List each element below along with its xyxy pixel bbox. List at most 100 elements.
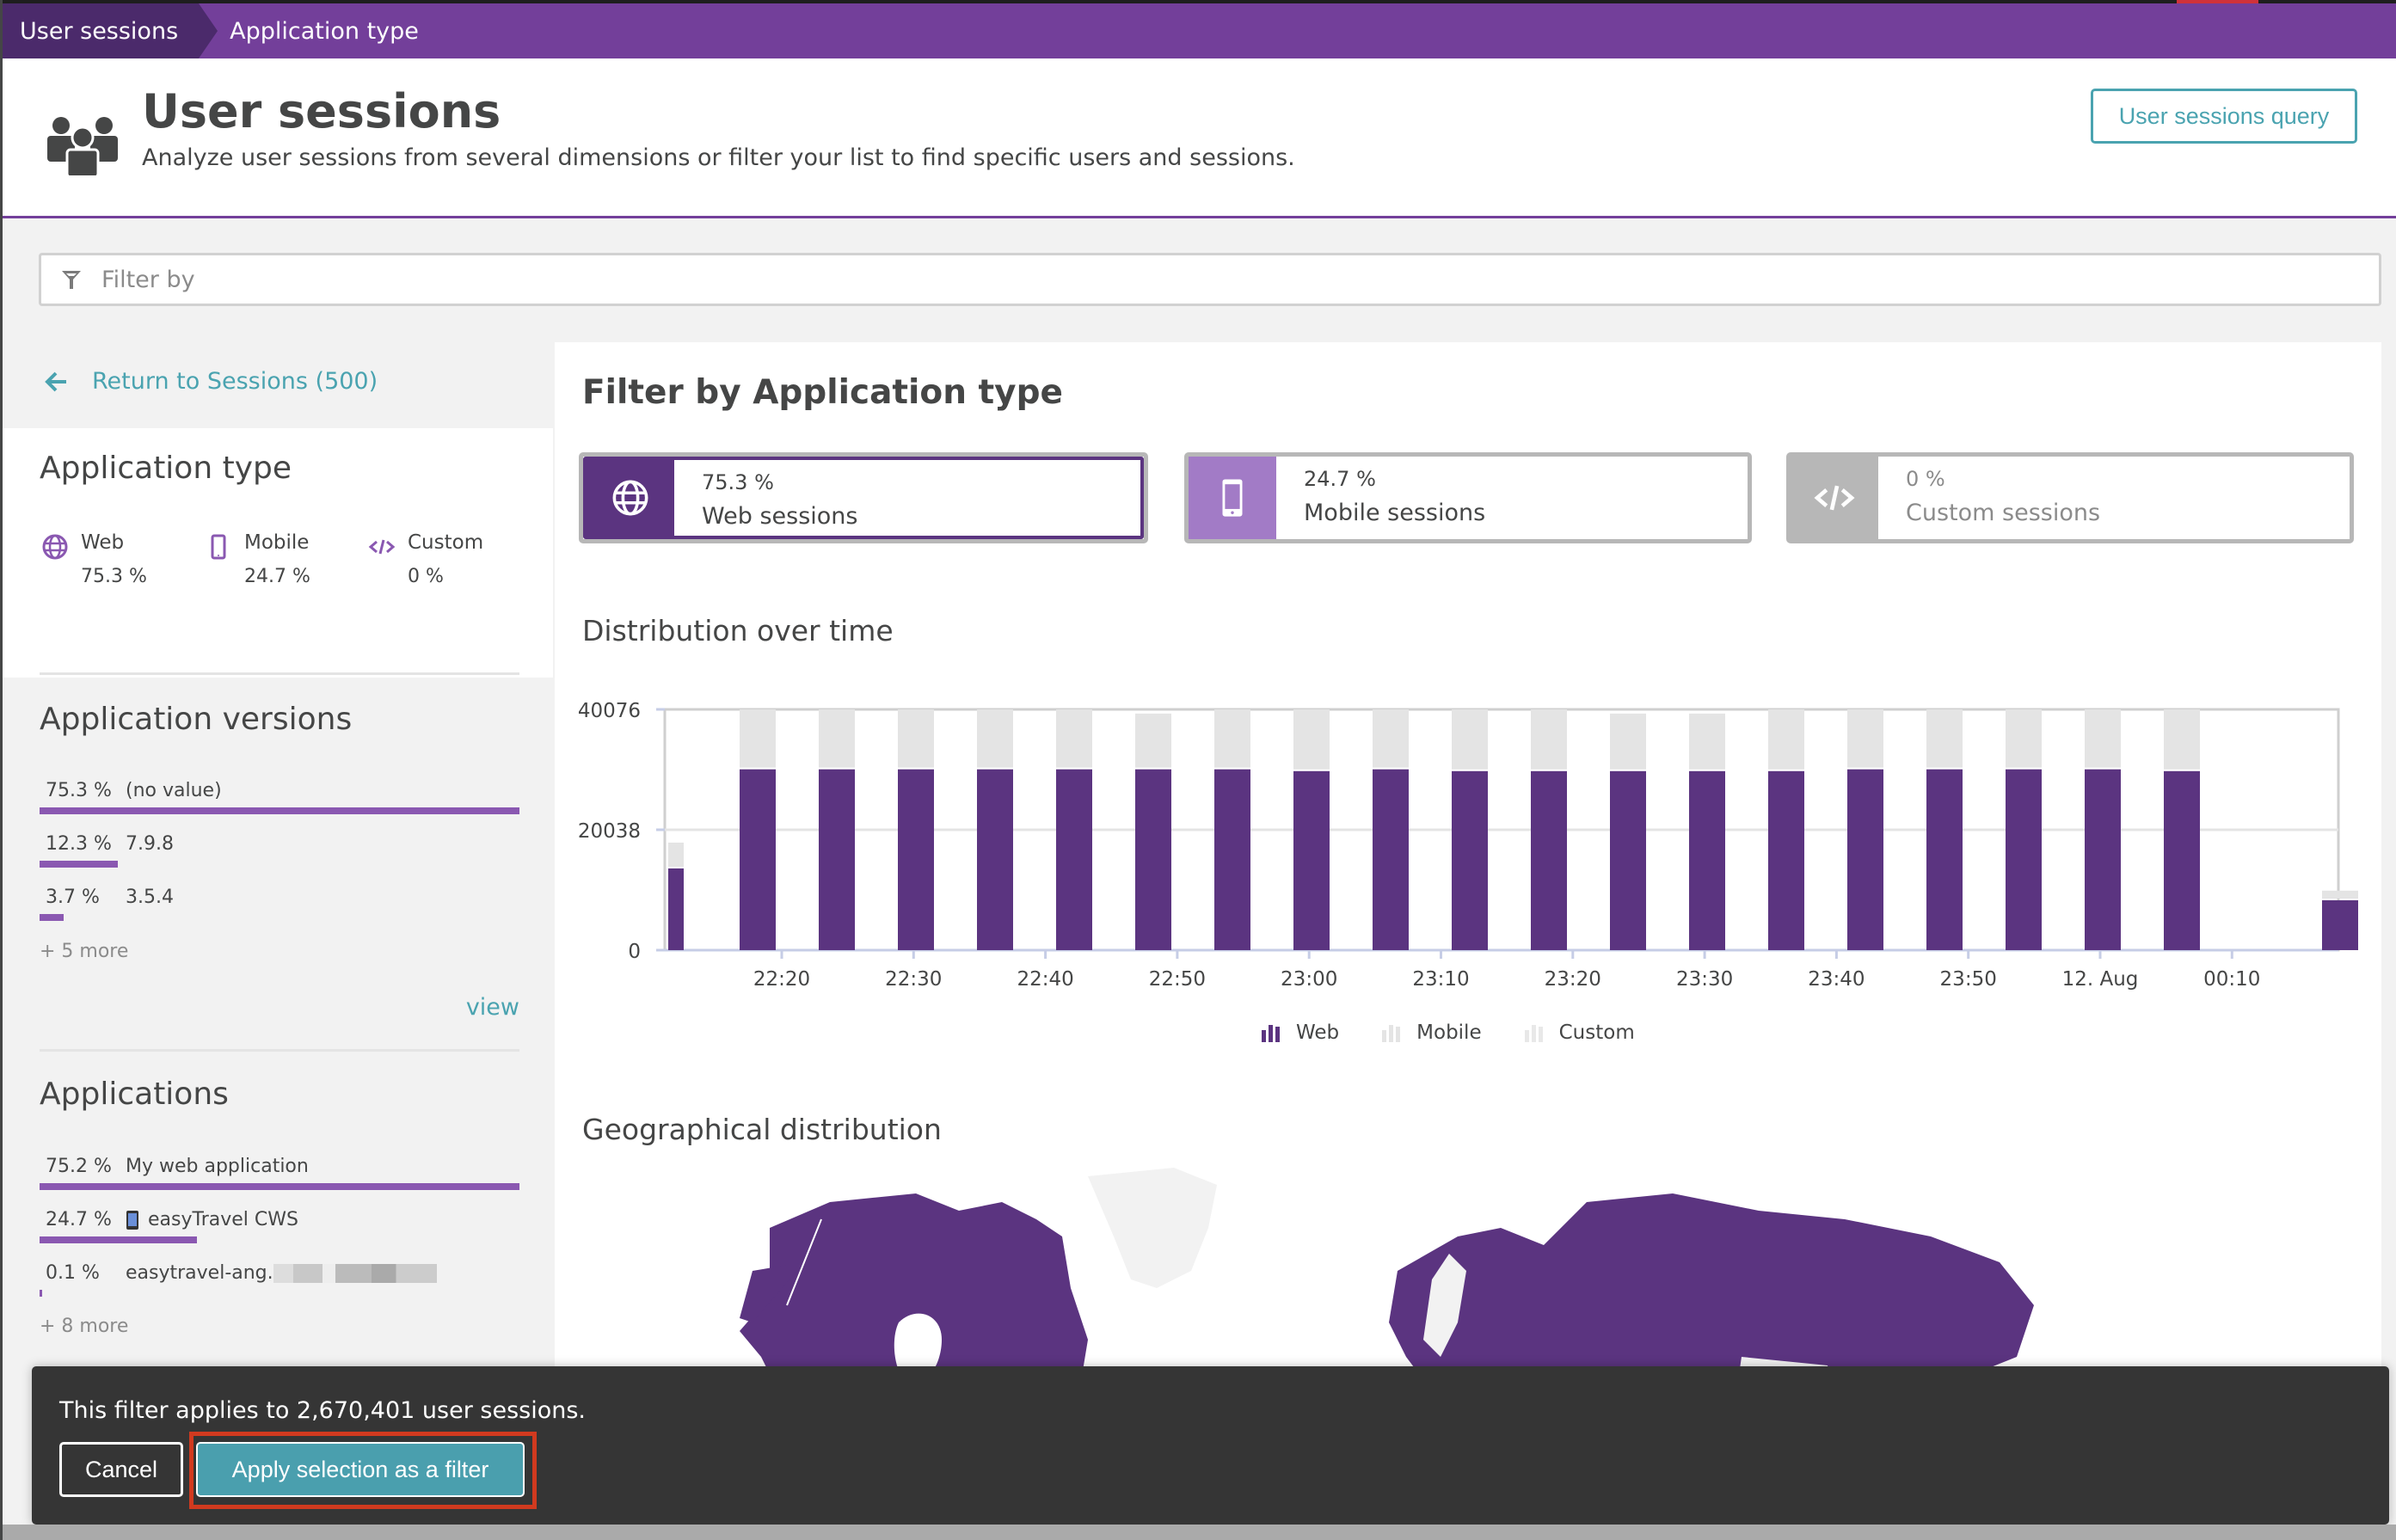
bar-mobile [1610, 713, 1646, 770]
app-type-name: Mobile [244, 531, 310, 554]
type-card-web[interactable]: 75.3 % Web sessions [579, 452, 1148, 543]
application-label: easytravel-ang. [126, 1262, 273, 1284]
bar-mobile [1768, 709, 1804, 770]
bar-web [2006, 769, 2042, 950]
app-type-mobile[interactable]: Mobile 24.7 % [205, 531, 368, 587]
cancel-button[interactable]: Cancel [59, 1442, 183, 1497]
bar-mobile [2006, 709, 2042, 768]
bar-mobile [1373, 709, 1409, 768]
version-row[interactable]: 75.3 % (no value) [40, 776, 519, 830]
return-to-sessions-link[interactable]: Return to Sessions (500) [44, 368, 378, 395]
bar-web [2164, 770, 2200, 950]
app-type-name: Custom [408, 531, 484, 554]
bar-web [1214, 769, 1250, 950]
filter-toast: This filter applies to 2,670,401 user se… [32, 1366, 2389, 1525]
version-label: 3.5.4 [126, 887, 174, 908]
bar-chart-icon [1262, 1025, 1280, 1042]
x-tick-label: 22:30 [885, 968, 942, 991]
bar-web [898, 769, 934, 950]
version-bar [40, 861, 118, 868]
app-type-name: Web [81, 531, 125, 554]
sidebar: Return to Sessions (500) Application typ… [3, 342, 553, 1540]
page-subtitle: Analyze user sessions from several dimen… [142, 144, 1295, 171]
legend-label: Mobile [1416, 1022, 1482, 1044]
version-row[interactable]: 3.7 % 3.5.4 [40, 883, 519, 936]
toast-message: This filter applies to 2,670,401 user se… [59, 1397, 586, 1424]
page-title: User sessions [142, 84, 501, 138]
map-greenland [1088, 1168, 1217, 1288]
bottom-strip [3, 1525, 2396, 1540]
divider [40, 1049, 519, 1052]
bar-mobile [2164, 709, 2200, 770]
bar-mobile [1056, 709, 1092, 768]
legend-item-web[interactable]: Web [1260, 1022, 1339, 1044]
application-bar [40, 1290, 42, 1297]
type-card-label: Custom sessions [1906, 500, 2101, 526]
x-tick-label: 23:30 [1676, 968, 1733, 991]
bar-mobile [1689, 713, 1725, 770]
bar-chart-icon [1524, 1025, 1543, 1042]
version-label: (no value) [126, 780, 222, 801]
x-tick-label: 22:50 [1149, 968, 1206, 991]
breadcrumb-item-application-type[interactable]: Application type [199, 3, 419, 58]
user-sessions-query-button[interactable]: User sessions query [2091, 89, 2357, 144]
x-tick-label: 23:40 [1808, 968, 1865, 991]
users-icon [47, 117, 118, 175]
breadcrumb-item-user-sessions[interactable]: User sessions [3, 3, 218, 58]
legend-item-mobile[interactable]: Mobile [1380, 1022, 1482, 1044]
distribution-chart: 0 20038 40076 22:20 22:30 22:40 22:50 23:00 23:1… [578, 700, 2358, 991]
bar-web [1689, 770, 1725, 950]
distribution-title: Distribution over time [582, 614, 894, 647]
y-tick-label: 20038 [578, 820, 641, 843]
versions-more-link[interactable]: + 5 more [40, 941, 128, 962]
version-row[interactable]: 12.3 % 7.9.8 [40, 830, 519, 883]
bar-mobile [740, 709, 776, 768]
legend-item-custom[interactable]: Custom [1523, 1022, 1635, 1044]
y-tick-label: 0 [628, 941, 641, 963]
bar-web [1452, 770, 1488, 950]
bar-web [740, 769, 776, 950]
application-row[interactable]: 75.2 % My web application [40, 1152, 519, 1206]
x-tick-label: 12. Aug [2062, 968, 2139, 991]
apply-filter-button[interactable]: Apply selection as a filter [196, 1442, 525, 1497]
geo-title: Geographical distribution [582, 1113, 942, 1146]
bar-web [1926, 769, 1963, 950]
mobile-app-icon [126, 1210, 138, 1230]
app-type-percent: 75.3 % [81, 566, 147, 587]
app-type-percent: 24.7 % [244, 566, 310, 587]
breadcrumb-label: Application type [230, 17, 419, 45]
type-card-icon-box [1189, 457, 1276, 539]
applications-heading: Applications [40, 1077, 229, 1112]
bar-mobile [1214, 709, 1250, 768]
type-card-custom[interactable]: 0 % Custom sessions [1786, 452, 2354, 543]
x-tick-label: 23:50 [1940, 968, 1997, 991]
filter-title: Filter by Application type [582, 373, 1063, 412]
application-percent: 0.1 % [46, 1262, 100, 1284]
code-icon [1814, 485, 1855, 511]
type-card-percent: 24.7 % [1304, 467, 1376, 491]
filter-bar[interactable] [39, 253, 2381, 306]
filter-input[interactable] [101, 266, 2189, 293]
bar-web [1531, 770, 1567, 950]
app-type-web[interactable]: Web 75.3 % [41, 531, 205, 587]
arrow-left-icon [45, 371, 66, 391]
x-tick-label: 22:40 [1017, 968, 1073, 991]
filter-icon [62, 271, 81, 289]
versions-view-link[interactable]: view [466, 994, 519, 1021]
type-card-percent: 0 % [1906, 467, 1945, 491]
application-row[interactable]: 24.7 % easyTravel CWS [40, 1206, 519, 1259]
bar-web [2322, 900, 2358, 950]
applications-more-link[interactable]: + 8 more [40, 1316, 128, 1337]
bar-mobile [2322, 890, 2358, 899]
application-row[interactable]: 0.1 % easytravel-ang. [40, 1259, 519, 1312]
app-type-custom[interactable]: Custom 0 % [368, 531, 531, 587]
breadcrumb-label: User sessions [20, 17, 179, 45]
app-type-percent: 0 % [408, 566, 444, 587]
application-label: easyTravel CWS [148, 1209, 298, 1230]
divider [40, 672, 519, 675]
type-card-icon-box [1791, 457, 1878, 539]
bar-web [1768, 770, 1804, 950]
app-root: User sessions Application type User sess… [0, 0, 2396, 1540]
type-card-mobile[interactable]: 24.7 % Mobile sessions [1184, 452, 1752, 543]
bar-web [1847, 769, 1883, 950]
